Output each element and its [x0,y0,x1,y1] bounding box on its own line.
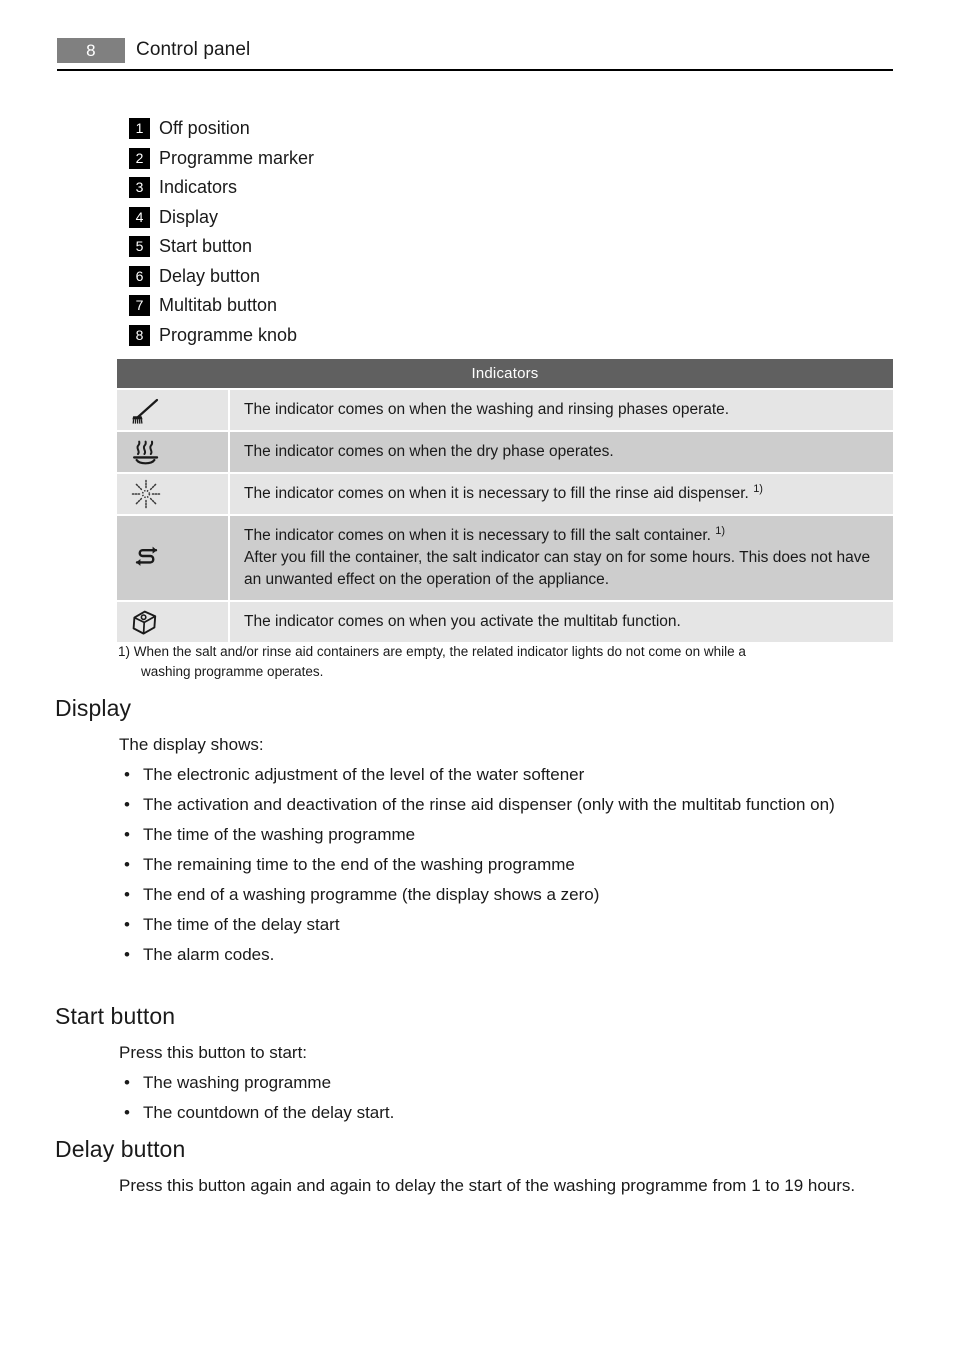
legend-number-badge: 8 [129,324,150,346]
washing-brush-icon [130,395,164,425]
legend-item-label: Programme marker [159,147,315,168]
list-item: 8 Programme knob [129,321,829,351]
document-page: 8 Control panel 1 Off position 2 Program… [0,0,954,1352]
indicator-icon-cell [117,600,230,642]
indicator-description-cell: The indicator comes on when it is necess… [230,514,893,600]
display-section-body: The display shows: The electronic adjust… [119,730,894,970]
indicator-icon-cell [117,388,230,430]
footnote-marker: 1) [715,524,726,537]
table-row: The indicator comes on when it is necess… [117,472,893,514]
indicator-description-cell: The indicator comes on when the dry phas… [230,430,893,472]
list-item: The remaining time to the end of the was… [119,850,894,880]
footnote-line-2: washing programme operates. [141,664,324,679]
start-button-bullet-list: The washing programme The countdown of t… [119,1068,894,1128]
list-item: 2 Programme marker [129,144,829,174]
legend-number-badge: 1 [129,118,150,140]
list-item: The electronic adjustment of the level o… [119,760,894,790]
running-header: 8 Control panel [57,36,893,72]
legend-number-badge: 6 [129,265,150,287]
section-heading-start-button: Start button [55,1003,176,1029]
list-item: The countdown of the delay start. [119,1098,894,1128]
drying-heat-icon [130,436,164,468]
list-item: The alarm codes. [119,940,894,970]
table-row: The indicator comes on when the dry phas… [117,430,893,472]
list-item: 5 Start button [129,232,829,262]
list-item: The time of the washing programme [119,820,894,850]
indicator-description: The indicator comes on when it is necess… [244,483,881,505]
indicator-description-cell: The indicator comes on when you activate… [230,600,893,642]
list-item: 3 Indicators [129,173,829,203]
footnote-marker: 1) [753,482,763,495]
list-item: The time of the delay start [119,910,894,940]
legend-number-badge: 2 [129,147,150,169]
table-footnote: 1) When the salt and/or rinse aid contai… [118,642,878,682]
footnote-marker: 1) [118,644,131,659]
section-heading-display: Display [55,695,132,721]
multitab-tablet-icon [130,607,160,637]
indicator-icon-cell [117,430,230,472]
indicator-description-extra: After you fill the container, the salt i… [244,549,871,588]
list-item: 1 Off position [129,114,829,144]
legend-item-label: Delay button [159,265,261,286]
legend-item-label: Multitab button [159,295,278,316]
list-item: 6 Delay button [129,262,829,292]
list-item: The activation and deactivation of the r… [119,790,894,820]
salt-arrows-icon [130,542,164,574]
list-item: The end of a washing programme (the disp… [119,880,894,910]
indicator-icon-cell [117,472,230,514]
indicator-description-text: The indicator comes on when it is necess… [244,485,749,502]
list-item: The washing programme [119,1068,894,1098]
start-button-lead-text: Press this button to start: [119,1043,308,1062]
legend-item-label: Programme knob [159,324,298,345]
footnote-line-1: When the salt and/or rinse aid container… [133,644,746,659]
legend-number-badge: 5 [129,236,150,258]
indicator-description: The indicator comes on when the dry phas… [244,443,614,460]
control-panel-legend-list: 1 Off position 2 Programme marker 3 Indi… [129,114,829,350]
indicator-description: The indicator comes on when it is necess… [244,525,881,547]
legend-item-label: Start button [159,236,253,257]
display-lead-text: The display shows: [119,735,264,754]
legend-number-badge: 3 [129,177,150,199]
legend-item-label: Indicators [159,177,238,198]
table-header: Indicators [117,359,893,388]
delay-button-paragraph: Press this button again and again to del… [119,1176,856,1195]
delay-button-section-body: Press this button again and again to del… [119,1171,894,1201]
header-divider [57,69,893,71]
page-number-badge: 8 [57,38,125,63]
legend-number-badge: 7 [129,295,150,317]
list-item: 7 Multitab button [129,291,829,321]
rinse-aid-sparkle-icon [130,478,162,510]
legend-item-label: Off position [159,118,250,139]
indicator-description: The indicator comes on when the washing … [244,401,730,418]
section-heading-delay-button: Delay button [55,1136,186,1162]
table-row: The indicator comes on when it is necess… [117,514,893,600]
legend-number-badge: 4 [129,206,150,228]
start-button-section-body: Press this button to start: The washing … [119,1038,894,1128]
display-bullet-list: The electronic adjustment of the level o… [119,760,894,970]
indicator-icon-cell [117,514,230,600]
indicator-description-cell: The indicator comes on when it is necess… [230,472,893,514]
list-item: 4 Display [129,203,829,233]
table-row: The indicator comes on when you activate… [117,600,893,642]
legend-item-label: Display [159,206,219,227]
page-title: Control panel [136,39,251,60]
indicator-description: The indicator comes on when you activate… [244,613,681,630]
indicators-table: Indicators The indicator comes on when t… [117,359,893,642]
table-row: The indicator comes on when the washing … [117,388,893,430]
indicator-description-cell: The indicator comes on when the washing … [230,388,893,430]
indicator-description-text: The indicator comes on when it is necess… [244,527,711,544]
